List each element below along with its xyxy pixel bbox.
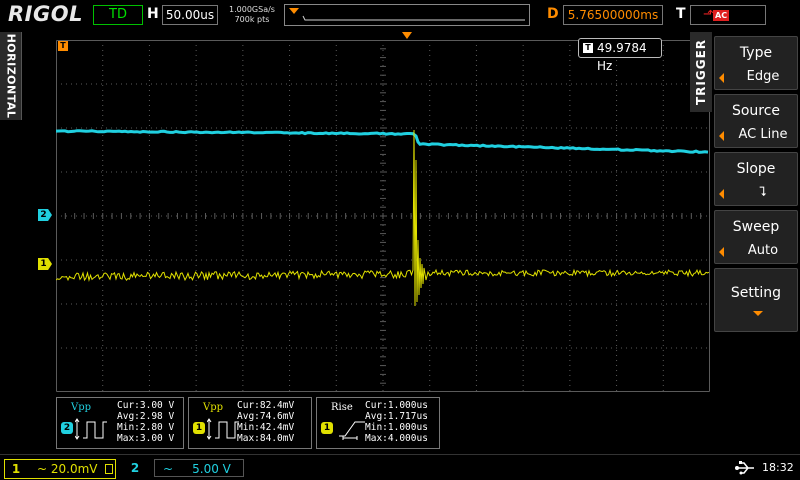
delay-value[interactable]: 5.76500000ms bbox=[563, 5, 663, 25]
ch2-waveform-trace bbox=[56, 131, 708, 153]
measurement-name: Rise bbox=[331, 402, 353, 413]
falling-edge-icon: ⮧ bbox=[729, 185, 797, 200]
left-arrow-icon bbox=[719, 73, 724, 83]
meas-min: Min:1.000us bbox=[365, 422, 428, 433]
meas-cur: Cur:82.4mV bbox=[237, 400, 294, 411]
measurement-values: Cur:82.4mV Avg:74.6mV Min:42.4mV Max:84.… bbox=[237, 400, 294, 444]
top-status-bar: RIGOL TD H 50.00us 1.000GSa/s 700k pts D… bbox=[0, 0, 800, 30]
ch2-status[interactable]: 2 ~ 5.00 V bbox=[124, 459, 248, 479]
channel-badge: 1 bbox=[321, 422, 333, 434]
menu-item-title: Source bbox=[715, 103, 797, 119]
menu-item-value: Edge bbox=[729, 69, 797, 84]
frequency-value: 49.9784 Hz bbox=[597, 39, 661, 75]
measurement-name: Vpp bbox=[203, 402, 223, 413]
meas-avg: Avg:1.717us bbox=[365, 411, 428, 422]
ch2-offset-marker-icon[interactable]: 2 bbox=[38, 209, 52, 221]
meas-cur: Cur:1.000us bbox=[365, 400, 428, 411]
meas-max: Max:4.000us bbox=[365, 433, 428, 444]
menu-item-setting[interactable]: Setting bbox=[714, 268, 798, 332]
menu-item-source[interactable]: Source AC Line bbox=[714, 94, 798, 148]
ch1-number: 1 bbox=[5, 460, 27, 478]
memory-depth: 700k pts bbox=[224, 15, 280, 25]
menu-item-title: Slope bbox=[715, 161, 797, 177]
left-arrow-icon bbox=[719, 247, 724, 257]
ch2-number: 2 bbox=[124, 459, 146, 477]
ch1-offset-marker-icon[interactable]: 1 bbox=[38, 258, 52, 270]
measurement-values: Cur:3.00 V Avg:2.98 V Min:2.80 V Max:3.0… bbox=[117, 400, 174, 444]
left-arrow-icon bbox=[719, 189, 724, 199]
measurement-panel[interactable]: Rise 1 Cur:1.000us Avg:1.717us Min:1.000… bbox=[316, 397, 440, 449]
trigger-menu-tab[interactable]: TRIGGER bbox=[690, 32, 712, 112]
menu-item-value: AC Line bbox=[729, 127, 797, 142]
ch1-status[interactable]: 1 ~ 20.0mV bbox=[4, 459, 116, 479]
ch2-scale: ~ 5.00 V bbox=[154, 459, 244, 477]
trigger-position-marker-icon[interactable] bbox=[402, 32, 412, 39]
trigger-t-icon: T bbox=[583, 43, 593, 53]
usb-icon bbox=[734, 460, 756, 476]
channel-badge: 1 bbox=[193, 422, 205, 434]
clock: 18:32 bbox=[762, 461, 794, 474]
trigger-letter: T bbox=[676, 6, 686, 22]
trigger-level-marker-icon[interactable]: T bbox=[58, 41, 68, 51]
memory-trigger-marker-icon bbox=[289, 8, 299, 14]
vpp-icon bbox=[75, 418, 115, 440]
sample-rate: 1.000GSa/s bbox=[224, 5, 280, 15]
horizontal-label: HORIZONTAL bbox=[4, 34, 17, 119]
meas-min: Min:42.4mV bbox=[237, 422, 294, 433]
menu-item-sweep[interactable]: Sweep Auto bbox=[714, 210, 798, 264]
menu-item-title: Type bbox=[715, 45, 797, 61]
left-arrow-icon bbox=[719, 131, 724, 141]
trigger-menu: Type Edge Source AC Line Slope ⮧ Sweep A… bbox=[712, 32, 800, 452]
rigol-logo: RIGOL bbox=[8, 2, 83, 26]
measurement-values: Cur:1.000us Avg:1.717us Min:1.000us Max:… bbox=[365, 400, 428, 444]
down-arrow-icon bbox=[753, 311, 763, 316]
trigger-status[interactable]: ⬏ AC bbox=[690, 5, 766, 25]
menu-item-title: Sweep bbox=[715, 219, 797, 235]
meas-avg: Avg:74.6mV bbox=[237, 411, 294, 422]
timebase-value[interactable]: 50.00us bbox=[162, 5, 218, 25]
menu-item-type[interactable]: Type Edge bbox=[714, 36, 798, 90]
memory-zigzag-waveform bbox=[303, 16, 525, 20]
bottom-status-bar: 1 ~ 20.0mV 2 ~ 5.00 V 18:32 bbox=[0, 454, 800, 480]
grid-lines bbox=[56, 40, 710, 392]
trigger-source-badge: AC bbox=[713, 10, 729, 21]
run-status-badge[interactable]: TD bbox=[93, 5, 143, 25]
meas-min: Min:2.80 V bbox=[117, 422, 174, 433]
channel-badge: 2 bbox=[61, 422, 73, 434]
measurement-name: Vpp bbox=[71, 402, 91, 413]
bandwidth-limit-icon bbox=[105, 464, 113, 474]
sample-info: 1.000GSa/s 700k pts bbox=[224, 5, 280, 25]
meas-max: Max:84.0mV bbox=[237, 433, 294, 444]
ch1-scale: ~ 20.0mV bbox=[37, 460, 98, 478]
measurement-panel[interactable]: Vpp 2 Cur:3.00 V Avg:2.98 V Min:2.80 V M… bbox=[56, 397, 184, 449]
trigger-frequency-counter: T 49.9784 Hz bbox=[578, 38, 662, 58]
memory-overview-waveform bbox=[285, 5, 531, 27]
trigger-menu-label: TRIGGER bbox=[694, 39, 708, 105]
meas-max: Max:3.00 V bbox=[117, 433, 174, 444]
meas-cur: Cur:3.00 V bbox=[117, 400, 174, 411]
delay-letter: D bbox=[547, 6, 559, 22]
waveform-grid bbox=[56, 40, 710, 392]
menu-item-value: Auto bbox=[729, 243, 797, 258]
memory-overview-bar[interactable] bbox=[284, 4, 530, 26]
menu-item-slope[interactable]: Slope ⮧ bbox=[714, 152, 798, 206]
measurement-panel[interactable]: Vpp 1 Cur:82.4mV Avg:74.6mV Min:42.4mV M… bbox=[188, 397, 312, 449]
waveform-display[interactable] bbox=[56, 40, 710, 392]
horizontal-tab[interactable]: HORIZONTAL bbox=[0, 32, 22, 120]
timebase-letter: H bbox=[147, 6, 159, 22]
meas-avg: Avg:2.98 V bbox=[117, 411, 174, 422]
menu-item-title: Setting bbox=[715, 285, 797, 301]
